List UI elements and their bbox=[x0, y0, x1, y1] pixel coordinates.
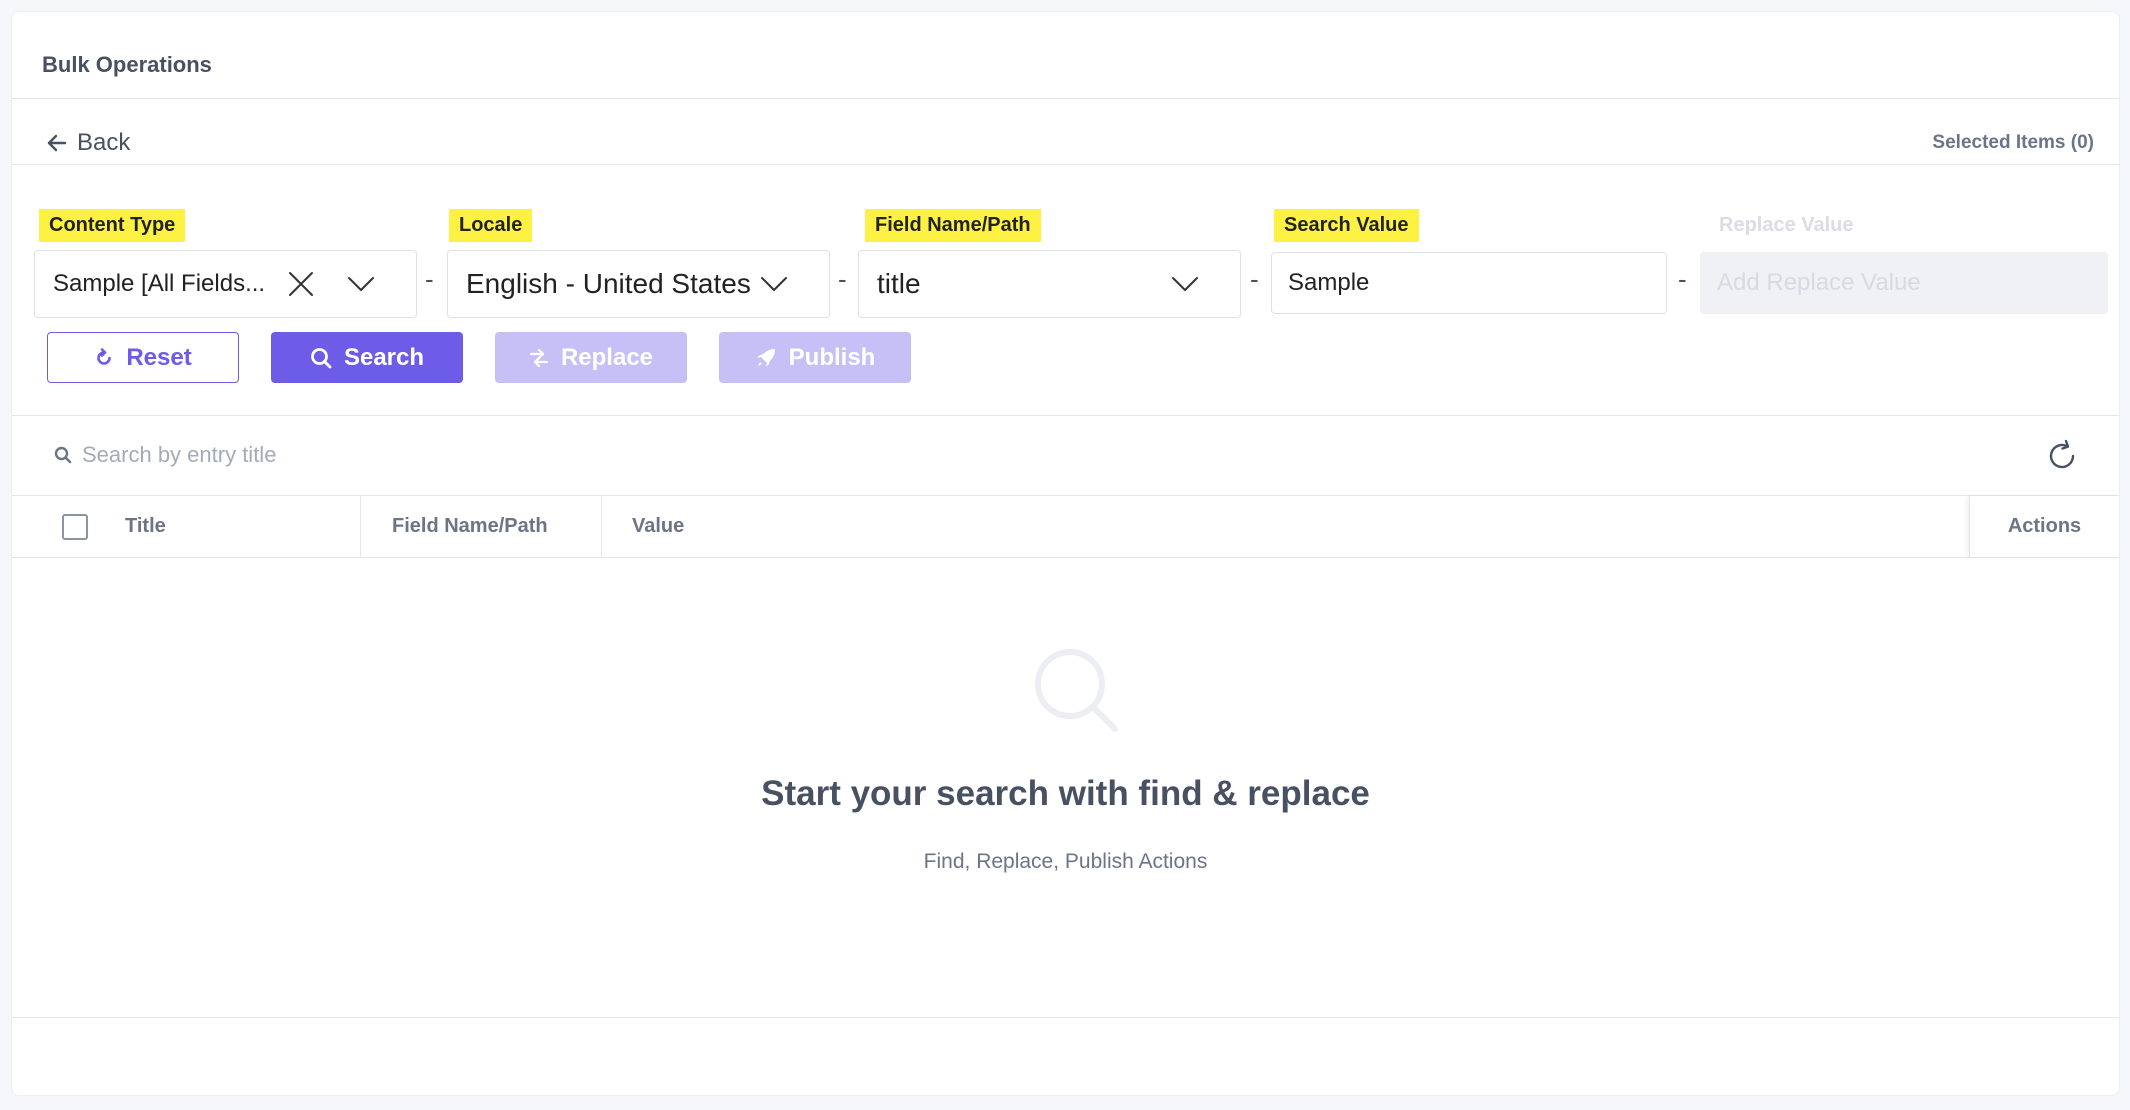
rocket-icon bbox=[756, 348, 775, 367]
locale-label: Locale bbox=[449, 209, 533, 242]
column-header-actions: Actions bbox=[1969, 496, 2119, 557]
column-divider bbox=[601, 496, 602, 557]
content-type-select[interactable]: Sample [All Fields... bbox=[34, 250, 417, 318]
column-header-field-name[interactable]: Field Name/Path bbox=[392, 496, 548, 557]
toolbar-divider bbox=[12, 164, 2119, 165]
clear-icon[interactable] bbox=[286, 269, 316, 299]
replace-button[interactable]: Replace bbox=[495, 332, 687, 383]
search-label: Search bbox=[343, 343, 425, 371]
chevron-down-icon bbox=[348, 277, 374, 291]
bulk-operations-panel: Bulk Operations Back Selected Items (0) … bbox=[11, 11, 2120, 1096]
empty-state-subtitle: Find, Replace, Publish Actions bbox=[923, 850, 1208, 873]
replace-value-label: Replace Value bbox=[1719, 214, 1854, 236]
field-name-value: title bbox=[877, 268, 921, 299]
table-bottom-divider bbox=[12, 1017, 2119, 1018]
column-header-value[interactable]: Value bbox=[632, 496, 684, 557]
arrow-left-icon bbox=[47, 134, 67, 152]
replace-value-input[interactable] bbox=[1700, 252, 2108, 314]
field-name-select[interactable]: title bbox=[858, 250, 1241, 318]
search-icon bbox=[311, 347, 332, 368]
reset-icon bbox=[97, 347, 112, 365]
reset-button[interactable]: Reset bbox=[47, 332, 239, 383]
empty-state-title: Start your search with find & replace bbox=[761, 774, 1370, 813]
back-label: Back bbox=[77, 129, 131, 156]
separator: - bbox=[425, 264, 434, 294]
chevron-down-icon bbox=[1172, 277, 1198, 291]
search-button[interactable]: Search bbox=[271, 332, 463, 383]
locale-value: English - United States bbox=[466, 268, 751, 299]
locale-select[interactable]: English - United States bbox=[447, 250, 830, 318]
page-title: Bulk Operations bbox=[42, 52, 212, 77]
reset-label: Reset bbox=[126, 343, 192, 371]
separator: - bbox=[1250, 264, 1259, 294]
column-header-title[interactable]: Title bbox=[125, 496, 166, 557]
magnifier-icon bbox=[1035, 649, 1118, 732]
filters-divider bbox=[12, 415, 2119, 416]
results-table-header: Title Field Name/Path Value Actions bbox=[12, 495, 2119, 558]
column-divider bbox=[360, 496, 361, 557]
publish-button[interactable]: Publish bbox=[719, 332, 911, 383]
replace-icon bbox=[529, 348, 549, 367]
search-icon bbox=[54, 446, 72, 464]
content-type-label: Content Type bbox=[39, 209, 186, 242]
selected-items-count: Selected Items (0) bbox=[1932, 132, 2094, 153]
chevron-down-icon bbox=[761, 277, 787, 291]
replace-label: Replace bbox=[560, 343, 654, 371]
search-value-label: Search Value bbox=[1274, 209, 1419, 242]
field-name-label: Field Name/Path bbox=[865, 209, 1041, 242]
entry-search-input[interactable] bbox=[80, 437, 680, 473]
select-all-checkbox[interactable] bbox=[62, 514, 88, 540]
refresh-icon[interactable] bbox=[2045, 439, 2079, 473]
separator: - bbox=[838, 264, 847, 294]
separator: - bbox=[1678, 264, 1687, 294]
search-value-input[interactable] bbox=[1271, 252, 1667, 314]
content-type-value: Sample [All Fields... bbox=[53, 270, 266, 297]
publish-label: Publish bbox=[788, 343, 876, 371]
back-button[interactable]: Back bbox=[45, 129, 130, 157]
header-divider bbox=[12, 98, 2119, 99]
